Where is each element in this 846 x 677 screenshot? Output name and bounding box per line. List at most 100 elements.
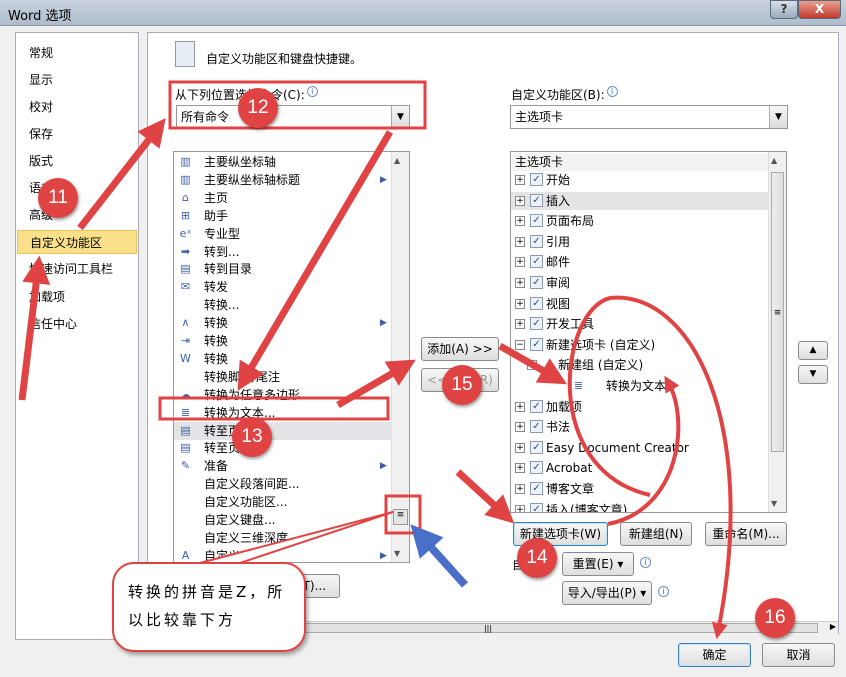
sidebar-item[interactable]: 版式 [17, 149, 137, 173]
scroll-down-icon[interactable]: ▼ [771, 499, 777, 508]
expand-toggle-icon[interactable]: − [515, 339, 525, 350]
ribbon-tab-item[interactable]: + ✓ 书法 [511, 418, 769, 436]
customize-ribbon-dropdown[interactable]: 主选项卡 ▼ [510, 105, 788, 129]
command-item[interactable]: ▤ 转至页眉 [174, 421, 392, 440]
scroll-thumb[interactable]: ≡ [393, 509, 408, 525]
move-down-button[interactable]: ▼ [798, 365, 828, 384]
checkbox[interactable]: ✓ [530, 440, 543, 454]
command-item[interactable]: ⌂ 主页 [174, 189, 392, 207]
help-button[interactable]: ? [770, 0, 798, 19]
sidebar-item[interactable]: 快速访问工具栏 [17, 257, 137, 281]
ribbon-tab-item[interactable]: + ✓ 引用 [511, 233, 769, 251]
add-button[interactable]: 添加(A) >> [421, 337, 499, 361]
sidebar-item[interactable]: 校对 [17, 95, 137, 119]
import-export-button[interactable]: 导入/导出(P) ▾ [562, 581, 652, 605]
command-item[interactable]: ▤ 转到目录 [174, 260, 392, 278]
expand-toggle-icon[interactable]: + [515, 504, 525, 512]
ribbon-tab-item[interactable]: + ✓ Easy Document Creator [511, 439, 769, 457]
expand-toggle-icon[interactable]: + [515, 257, 525, 268]
checkbox[interactable]: ✓ [530, 214, 543, 228]
scroll-up-icon[interactable]: ▲ [394, 156, 400, 165]
expand-toggle-icon[interactable]: + [515, 401, 525, 412]
ribbon-tab-item[interactable]: + ✓ Acrobat [511, 459, 769, 477]
chevron-down-icon[interactable]: ▼ [769, 106, 787, 128]
command-item[interactable]: ☁ 转换为任意多边形 [174, 386, 392, 404]
checkbox[interactable]: ✓ [530, 420, 543, 434]
tree-scrollbar[interactable]: ▲ ≡ ▼ [768, 152, 786, 512]
cancel-button[interactable]: 取消 [762, 643, 835, 667]
command-item[interactable]: ➡ 转到... [174, 243, 392, 261]
expand-toggle-icon[interactable]: + [515, 442, 525, 453]
command-item[interactable]: ⊞ 助手 [174, 207, 392, 225]
checkbox[interactable]: ✓ [530, 234, 543, 248]
ribbon-tab-item[interactable]: + ✓ 页面布局 [511, 212, 769, 230]
command-item[interactable]: 自定义键盘... [174, 511, 392, 529]
command-item[interactable]: ≣ 转换为文本... [174, 404, 392, 422]
command-item[interactable]: W 转换 [174, 350, 392, 368]
command-item[interactable]: 自定义段落间距... [174, 475, 392, 493]
sidebar-item[interactable]: 高级 [17, 203, 137, 227]
scroll-up-icon[interactable]: ▲ [771, 156, 777, 165]
ribbon-tree[interactable]: 主选项卡 ▲ ≡ ▼ + ✓ 开始 + ✓ 插入 + ✓ 页面布局 + ✓ 引用 + ✓ 邮件 + ✓ 审阅 + ✓ 视… [510, 151, 787, 513]
commands-scrollbar[interactable]: ▲ ≡ ▼ [391, 152, 409, 562]
checkbox[interactable]: ✓ [530, 173, 543, 186]
command-item[interactable]: 转换... [174, 296, 392, 314]
checkbox[interactable]: ✓ [530, 482, 543, 495]
sidebar-item[interactable]: 保存 [17, 122, 137, 146]
command-item[interactable]: ✉ 转发 [174, 278, 392, 296]
ribbon-tab-item[interactable]: + ✓ 视图 [511, 295, 769, 313]
ribbon-tab-item[interactable]: + ✓ 邮件 [511, 253, 769, 271]
expand-toggle-icon[interactable]: + [515, 422, 525, 433]
scroll-right-icon[interactable]: ▶ [830, 622, 836, 631]
ribbon-tab-item[interactable]: − ✓ 新建选项卡 (自定义) [511, 336, 769, 354]
checkbox[interactable]: ✓ [530, 276, 543, 289]
checkbox[interactable]: ✓ [530, 461, 543, 475]
checkbox[interactable]: ✓ [530, 296, 543, 310]
command-item[interactable]: eˣ 专业型 [174, 225, 392, 243]
close-button[interactable]: X [798, 0, 841, 19]
ribbon-tab-item[interactable]: + ✓ 开发工具 [511, 315, 769, 333]
move-up-button[interactable]: ▲ [798, 341, 828, 360]
checkbox[interactable]: ✓ [530, 502, 543, 512]
command-item[interactable]: ⇥ 转换 [174, 332, 392, 350]
checkbox[interactable]: ✓ [530, 317, 543, 331]
command-item[interactable]: ▥ 主要纵坐标轴 [174, 153, 392, 171]
expand-toggle-icon[interactable]: + [515, 278, 525, 288]
expand-toggle-icon[interactable]: + [515, 216, 525, 227]
command-item[interactable]: 自定义三维深度 [174, 529, 392, 547]
ribbon-tab-item[interactable]: + ✓ 加载项 [511, 398, 769, 416]
sidebar-item[interactable]: 信任中心 [17, 312, 137, 336]
new-group-button[interactable]: 新建组(N) [620, 522, 692, 546]
ribbon-tab-item[interactable]: + ✓ 插入 [511, 191, 769, 210]
ribbon-tab-item[interactable]: − 新建组 (自定义) [511, 356, 769, 374]
scroll-thumb[interactable]: ≡ [771, 172, 784, 452]
command-item[interactable]: ▤ 转至页脚 [174, 439, 392, 457]
command-item[interactable]: ✎ 准备 ▶ [174, 457, 392, 475]
expand-toggle-icon[interactable]: + [515, 463, 525, 474]
commands-from-dropdown[interactable]: 所有命令 ▼ [176, 105, 410, 129]
rename-button[interactable]: 重命名(M)... [705, 522, 787, 546]
reset-button[interactable]: 重置(E) ▾ [562, 552, 634, 576]
command-item[interactable]: 转换脚注/尾注 [174, 368, 392, 386]
ribbon-tab-item[interactable]: ≣ 转换为文本 [511, 377, 769, 395]
commands-list[interactable]: ▲ ≡ ▼ ▥ 主要纵坐标轴 ▥ 主要纵坐标轴标题 ▶ ⌂ 主页 ⊞ 助手 eˣ 专业型 ➡ 转到...… [173, 151, 410, 563]
sidebar-item[interactable]: 加载项 [17, 285, 137, 309]
command-item[interactable]: 自定义功能区... [174, 493, 392, 511]
expand-toggle-icon[interactable]: + [515, 319, 525, 330]
ok-button[interactable]: 确定 [678, 643, 751, 667]
expand-toggle-icon[interactable]: + [515, 195, 525, 206]
ribbon-tab-item[interactable]: + ✓ 审阅 [511, 274, 769, 292]
expand-toggle-icon[interactable]: + [515, 175, 525, 185]
ribbon-tab-item[interactable]: + ✓ 开始 [511, 171, 769, 189]
expand-toggle-icon[interactable]: − [527, 360, 537, 371]
ribbon-tab-item[interactable]: + ✓ 插入(博客文章) [511, 501, 769, 512]
command-item[interactable]: A 自定义... ▶ [174, 547, 392, 562]
checkbox[interactable]: ✓ [530, 193, 543, 207]
expand-toggle-icon[interactable]: + [515, 298, 525, 309]
command-item[interactable]: ▥ 主要纵坐标轴标题 ▶ [174, 171, 392, 189]
expand-toggle-icon[interactable]: + [515, 484, 525, 494]
sidebar-item[interactable]: 显示 [17, 68, 137, 92]
checkbox[interactable]: ✓ [530, 337, 543, 351]
scroll-down-icon[interactable]: ▼ [394, 549, 400, 558]
checkbox[interactable]: ✓ [530, 255, 543, 269]
